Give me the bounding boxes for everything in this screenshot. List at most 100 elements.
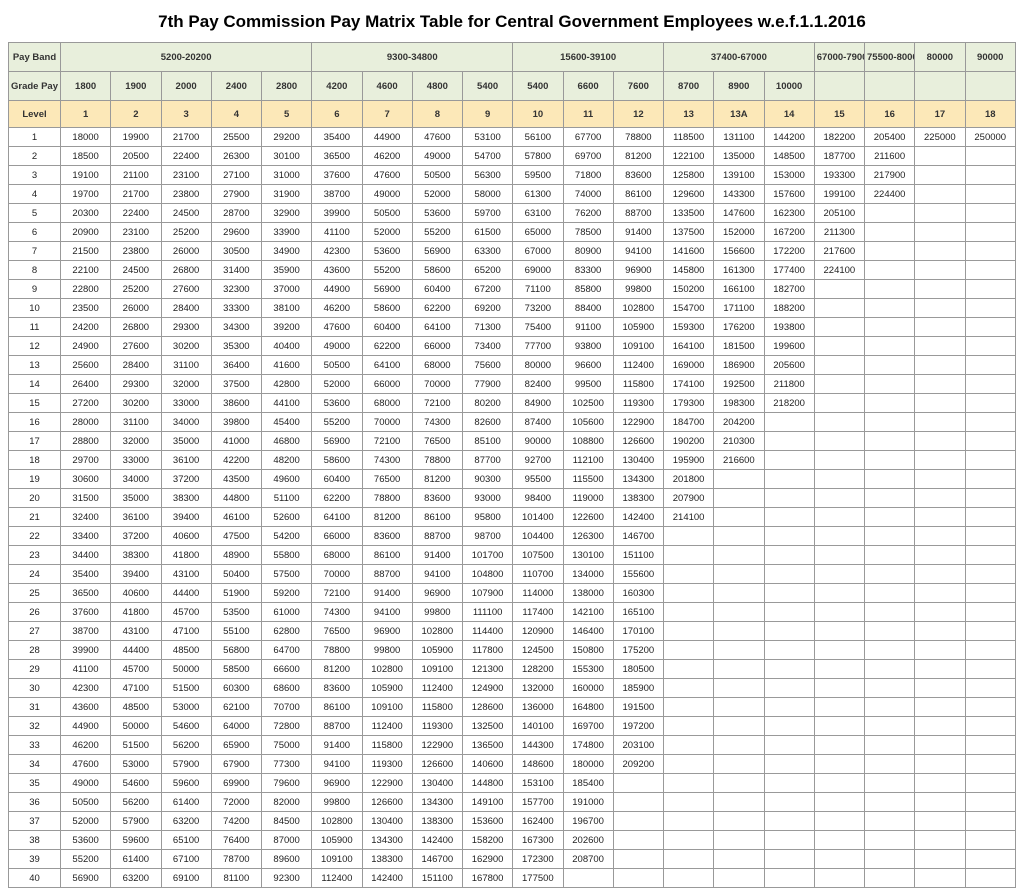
cell: 38700 — [312, 185, 362, 204]
cell: 195900 — [664, 451, 714, 470]
cell: 25600 — [61, 356, 111, 375]
header-gradepay-11: 7600 — [613, 72, 663, 101]
header-gradepay-14: 10000 — [764, 72, 814, 101]
cell: 94100 — [412, 565, 462, 584]
cell — [764, 489, 814, 508]
cell — [915, 508, 965, 527]
cell: 28 — [9, 641, 61, 660]
cell — [714, 869, 764, 888]
cell — [915, 375, 965, 394]
cell: 81200 — [412, 470, 462, 489]
cell: 99800 — [362, 641, 412, 660]
cell: 193800 — [764, 318, 814, 337]
cell — [664, 679, 714, 698]
cell: 38600 — [211, 394, 261, 413]
cell — [865, 413, 915, 432]
cell — [865, 793, 915, 812]
cell: 60400 — [362, 318, 412, 337]
cell: 57800 — [513, 147, 563, 166]
cell: 28000 — [61, 413, 111, 432]
cell: 88400 — [563, 299, 613, 318]
cell: 32000 — [111, 432, 161, 451]
cell — [965, 755, 1016, 774]
table-row: 1628000311003400039800454005520070000743… — [9, 413, 1016, 432]
cell — [965, 869, 1016, 888]
cell: 60400 — [412, 280, 462, 299]
cell: 150200 — [664, 280, 714, 299]
cell: 35900 — [262, 261, 312, 280]
cell: 91400 — [412, 546, 462, 565]
cell: 52600 — [262, 508, 312, 527]
cell: 96600 — [563, 356, 613, 375]
cell — [814, 432, 864, 451]
cell — [714, 565, 764, 584]
cell: 69100 — [161, 869, 211, 888]
cell: 80200 — [463, 394, 513, 413]
cell: 81200 — [312, 660, 362, 679]
cell — [915, 527, 965, 546]
cell: 74300 — [412, 413, 462, 432]
cell — [865, 831, 915, 850]
cell: 175200 — [613, 641, 663, 660]
cell — [814, 375, 864, 394]
cell — [965, 793, 1016, 812]
table-row: 1930600340003720043500496006040076500812… — [9, 470, 1016, 489]
cell: 122900 — [613, 413, 663, 432]
cell — [865, 508, 915, 527]
cell: 23800 — [111, 242, 161, 261]
cell: 34900 — [262, 242, 312, 261]
cell: 155300 — [563, 660, 613, 679]
cell: 146700 — [613, 527, 663, 546]
cell: 47600 — [312, 318, 362, 337]
cell: 99800 — [412, 603, 462, 622]
cell: 33 — [9, 736, 61, 755]
header-payband-4: 67000-79000 — [814, 43, 864, 72]
cell: 115800 — [613, 375, 663, 394]
cell: 99800 — [613, 280, 663, 299]
cell — [965, 413, 1016, 432]
cell: 122900 — [412, 736, 462, 755]
cell — [865, 603, 915, 622]
header-gradepay-3: 2400 — [211, 72, 261, 101]
cell: 146700 — [412, 850, 462, 869]
cell: 93800 — [563, 337, 613, 356]
cell — [814, 470, 864, 489]
cell: 56100 — [513, 128, 563, 147]
cell: 12 — [9, 337, 61, 356]
cell: 24200 — [61, 318, 111, 337]
cell: 91100 — [563, 318, 613, 337]
cell — [915, 299, 965, 318]
cell — [965, 394, 1016, 413]
cell: 98400 — [513, 489, 563, 508]
cell: 78800 — [362, 489, 412, 508]
header-gradepay-16 — [865, 72, 915, 101]
cell: 199100 — [814, 185, 864, 204]
cell: 54200 — [262, 527, 312, 546]
cell: 170100 — [613, 622, 663, 641]
cell — [714, 508, 764, 527]
cell: 136000 — [513, 698, 563, 717]
cell — [965, 375, 1016, 394]
cell — [664, 850, 714, 869]
cell: 42300 — [61, 679, 111, 698]
cell: 71800 — [563, 166, 613, 185]
cell: 32300 — [211, 280, 261, 299]
cell: 201800 — [664, 470, 714, 489]
cell: 205600 — [764, 356, 814, 375]
cell: 142400 — [613, 508, 663, 527]
cell: 56200 — [161, 736, 211, 755]
cell: 35000 — [111, 489, 161, 508]
cell: 155600 — [613, 565, 663, 584]
cell — [965, 318, 1016, 337]
cell: 198300 — [714, 394, 764, 413]
cell: 59700 — [463, 204, 513, 223]
cell — [613, 774, 663, 793]
cell — [814, 603, 864, 622]
cell — [814, 622, 864, 641]
table-row: 1224900276003020035300404004900062200660… — [9, 337, 1016, 356]
cell — [814, 280, 864, 299]
header-level-1: 2 — [111, 101, 161, 128]
cell: 109100 — [613, 337, 663, 356]
cell: 210300 — [714, 432, 764, 451]
cell — [764, 413, 814, 432]
